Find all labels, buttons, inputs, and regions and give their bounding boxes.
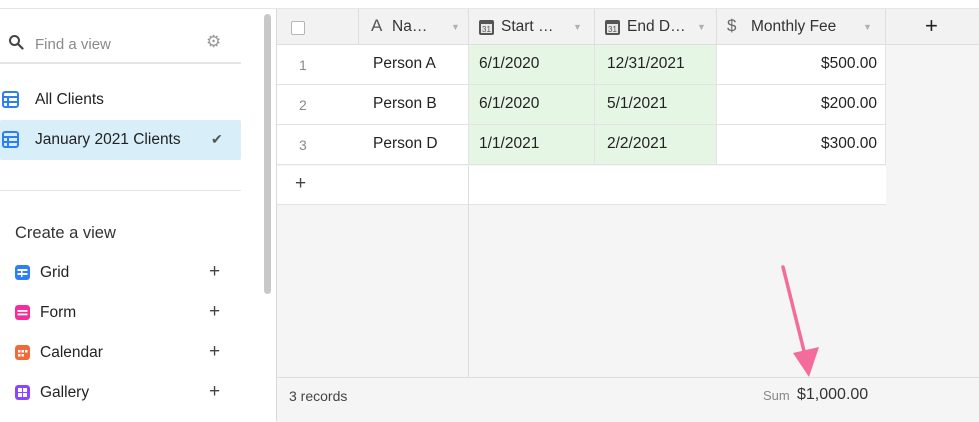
check-icon: ✔ xyxy=(211,131,223,147)
record-count: 3 records xyxy=(289,388,348,404)
column-header-monthly-fee[interactable]: $ Monthly Fee ▼ xyxy=(717,9,886,45)
views-sidebar: Find a view ⚙ All Clients January 2021 C… xyxy=(0,9,262,421)
cell-monthly-fee[interactable]: $200.00 xyxy=(717,85,886,124)
annotation-arrow-icon xyxy=(781,265,819,377)
cell-name[interactable]: Person A xyxy=(359,45,469,84)
select-all-checkbox[interactable] xyxy=(291,21,305,35)
create-item-label: Gallery xyxy=(40,384,90,401)
cell-monthly-fee[interactable]: $500.00 xyxy=(717,45,886,84)
view-january-2021-clients[interactable]: January 2021 Clients ✔ xyxy=(0,120,241,160)
add-column-icon: + xyxy=(925,13,938,38)
svg-text:31: 31 xyxy=(608,25,617,34)
sidebar-scrollbar[interactable] xyxy=(264,14,271,294)
row-number: 3 xyxy=(299,137,307,153)
create-grid-view[interactable]: Grid + xyxy=(0,254,241,294)
grid-view-icon xyxy=(15,265,30,280)
create-view-heading: Create a view xyxy=(15,224,116,242)
cell-end-date[interactable]: 5/1/2021 xyxy=(595,85,717,124)
create-form-view[interactable]: Form + xyxy=(0,294,241,334)
cell-end-date[interactable]: 2/2/2021 xyxy=(595,125,717,164)
cell-name[interactable]: Person D xyxy=(359,125,469,164)
form-view-icon xyxy=(15,305,30,320)
cell-name[interactable]: Person B xyxy=(359,85,469,124)
view-label: January 2021 Clients xyxy=(35,131,181,148)
grid-icon xyxy=(2,91,19,108)
table-row[interactable]: 2 Person B 6/1/2020 5/1/2021 $200.00 xyxy=(277,85,886,125)
chevron-down-icon[interactable]: ▼ xyxy=(697,22,706,32)
row-number: 1 xyxy=(299,57,307,73)
search-icon xyxy=(9,35,24,50)
date-field-icon: 31 xyxy=(605,20,620,35)
currency-field-icon: $ xyxy=(727,16,737,35)
create-item-label: Calendar xyxy=(40,344,103,361)
top-border xyxy=(0,0,979,9)
column-header-name[interactable]: A Na… ▼ xyxy=(359,9,469,45)
column-label: Na… xyxy=(392,18,428,35)
records-grid: A Na… ▼ 31 Start … ▼ 31 End D… ▼ $ Month… xyxy=(277,9,979,422)
calendar-view-icon xyxy=(15,345,30,360)
column-header-end-date[interactable]: 31 End D… ▼ xyxy=(595,9,717,45)
view-all-clients[interactable]: All Clients xyxy=(0,80,241,120)
search-placeholder: Find a view xyxy=(35,36,111,53)
create-item-label: Form xyxy=(40,304,77,321)
cell-start-date[interactable]: 6/1/2020 xyxy=(469,85,595,124)
svg-text:31: 31 xyxy=(482,25,491,34)
cell-start-date[interactable]: 1/1/2021 xyxy=(469,125,595,164)
add-icon[interactable]: + xyxy=(209,261,220,283)
column-label: Start … xyxy=(501,18,554,35)
table-row[interactable]: 1 Person A 6/1/2020 12/31/2021 $500.00 xyxy=(277,45,886,85)
select-all-header xyxy=(277,9,359,45)
sidebar-divider xyxy=(0,190,241,191)
chevron-down-icon[interactable]: ▼ xyxy=(863,22,872,32)
create-gallery-view[interactable]: Gallery + xyxy=(0,374,241,414)
sum-label[interactable]: Sum xyxy=(763,388,790,403)
gear-icon[interactable]: ⚙ xyxy=(206,32,221,52)
cell-end-date[interactable]: 12/31/2021 xyxy=(595,45,717,84)
text-field-icon: A xyxy=(371,16,383,35)
add-icon[interactable]: + xyxy=(209,381,220,403)
chevron-down-icon[interactable]: ▼ xyxy=(451,22,460,32)
create-calendar-view[interactable]: Calendar + xyxy=(0,334,241,374)
add-icon[interactable]: + xyxy=(209,301,220,323)
summary-bar: 3 records Sum $1,000.00 xyxy=(277,377,979,422)
grid-icon xyxy=(2,131,19,148)
column-label: Monthly Fee xyxy=(751,18,837,35)
column-header-start-date[interactable]: 31 Start … ▼ xyxy=(469,9,595,45)
row-number: 2 xyxy=(299,97,307,113)
cell-start-date[interactable]: 6/1/2020 xyxy=(469,45,595,84)
find-view-search[interactable]: Find a view ⚙ xyxy=(0,26,241,64)
table-row[interactable]: 3 Person D 1/1/2021 2/2/2021 $300.00 xyxy=(277,125,886,165)
cell-monthly-fee[interactable]: $300.00 xyxy=(717,125,886,164)
add-record-row[interactable]: + xyxy=(277,166,886,205)
create-item-label: Grid xyxy=(40,264,70,281)
chevron-down-icon[interactable]: ▼ xyxy=(573,22,582,32)
view-label: All Clients xyxy=(35,91,104,108)
date-field-icon: 31 xyxy=(479,20,494,35)
sum-value[interactable]: $1,000.00 xyxy=(797,386,868,404)
column-label: End D… xyxy=(627,18,686,35)
add-column-button[interactable]: + xyxy=(886,9,979,45)
add-icon[interactable]: + xyxy=(209,341,220,363)
gallery-view-icon xyxy=(15,385,30,400)
add-record-icon[interactable]: + xyxy=(295,173,306,195)
